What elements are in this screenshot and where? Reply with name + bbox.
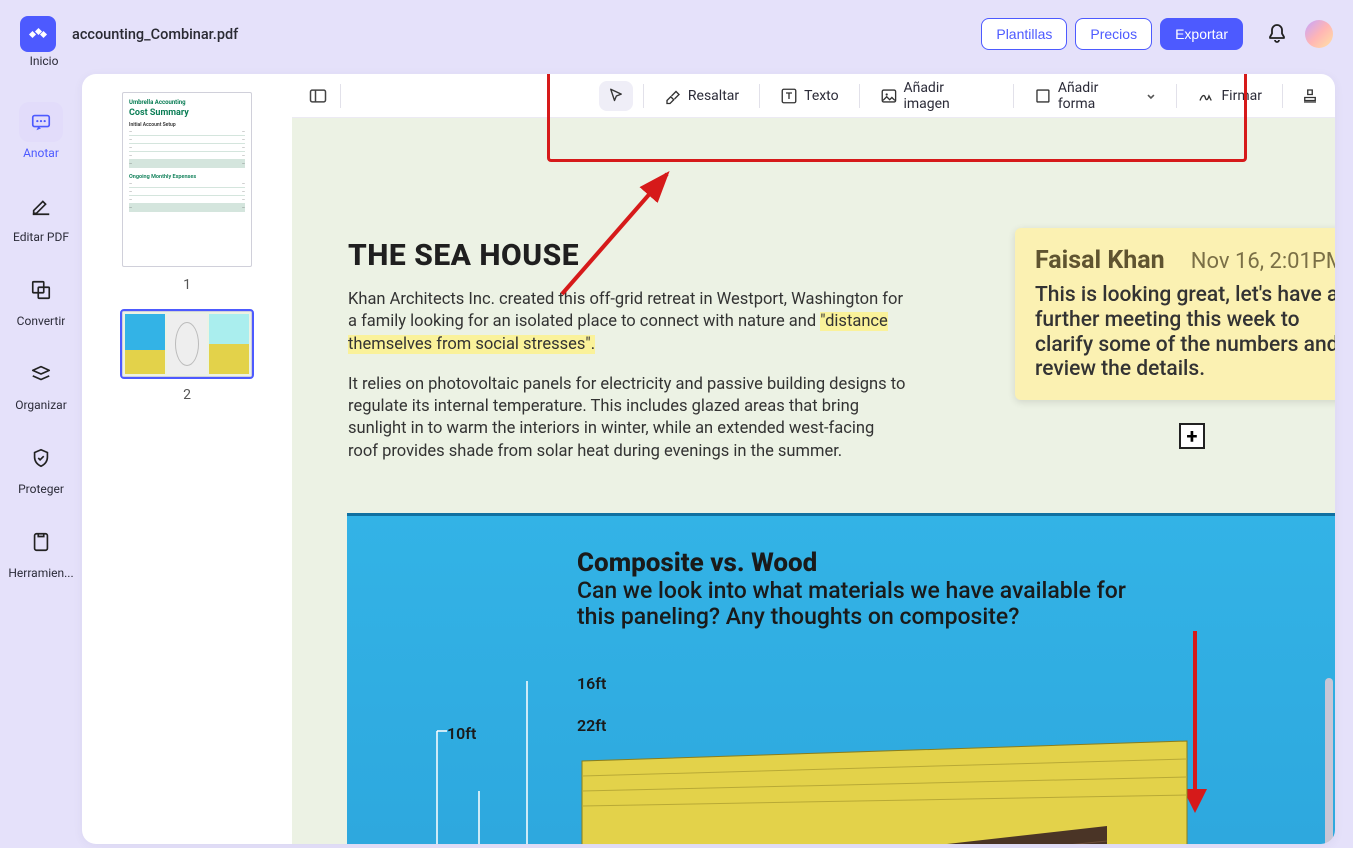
document-filename: accounting_Combinar.pdf — [72, 26, 238, 43]
sidebar-item-protect[interactable]: Proteger — [7, 428, 75, 506]
document-page: THE SEA HOUSE Khan Architects Inc. creat… — [292, 118, 1335, 844]
sidebar-item-annotate[interactable]: Anotar — [7, 92, 75, 170]
stamp-tool[interactable] — [1293, 81, 1327, 111]
text-tool[interactable]: Texto — [770, 81, 848, 111]
annotate-icon — [30, 111, 52, 133]
add-shape-tool[interactable]: Añadir forma — [1024, 74, 1166, 118]
thumbnail-1-number: 1 — [183, 277, 191, 293]
sign-tool[interactable]: Firmar — [1187, 81, 1272, 111]
viewer-column: Resaltar Texto Añadir imagen Añadir form… — [292, 74, 1335, 844]
edit-icon — [30, 195, 52, 217]
bell-icon — [1267, 23, 1287, 45]
shape-icon — [1034, 87, 1052, 105]
tools-icon — [30, 531, 52, 553]
highlight-label: Resaltar — [688, 88, 739, 104]
thumb1-brand: Umbrella Accounting — [129, 99, 245, 106]
stamp-icon — [1301, 87, 1319, 105]
app-header: accounting_Combinar.pdf Plantillas Preci… — [0, 0, 1353, 60]
sidebar-label-tools: Herramien... — [8, 566, 73, 580]
building-shape — [407, 681, 1257, 844]
comment-date: Nov 16, 2:01PM — [1191, 249, 1335, 274]
thumbnail-1[interactable]: Umbrella Accounting Cost Summary Initial… — [92, 92, 282, 293]
add-comment-button[interactable]: + — [1179, 423, 1205, 449]
user-avatar[interactable] — [1305, 20, 1333, 48]
templates-button[interactable]: Plantillas — [981, 18, 1067, 50]
organize-icon — [30, 363, 52, 385]
prices-button[interactable]: Precios — [1075, 18, 1152, 50]
sidebar-item-tools[interactable]: Herramien... — [7, 512, 75, 590]
thumbnail-2[interactable]: 2 — [92, 311, 282, 403]
sidebar-item-convert[interactable]: Convertir — [7, 260, 75, 338]
protect-icon — [30, 447, 52, 469]
sidebar-item-organize[interactable]: Organizar — [7, 344, 75, 422]
document-viewport[interactable]: THE SEA HOUSE Khan Architects Inc. creat… — [292, 118, 1335, 844]
logo-icon — [28, 24, 48, 44]
app-logo[interactable] — [20, 16, 56, 52]
convert-icon — [30, 279, 52, 301]
thumbnail-2-number: 2 — [183, 387, 191, 403]
text-label: Texto — [804, 88, 838, 104]
sidebar-item-edit[interactable]: Editar PDF — [7, 176, 75, 254]
sidebar-label-annotate: Anotar — [23, 146, 59, 160]
add-shape-label: Añadir forma — [1058, 80, 1139, 112]
sidebar-label-convert: Convertir — [17, 314, 66, 328]
comment-body: This is looking great, let's have a furt… — [1035, 283, 1335, 382]
annotation-toolbar: Resaltar Texto Añadir imagen Añadir form… — [292, 74, 1335, 118]
select-tool[interactable] — [599, 81, 633, 111]
thumbnail-panel: Umbrella Accounting Cost Summary Initial… — [82, 74, 292, 844]
panel-toggle-icon — [308, 86, 328, 106]
annotation-title: Composite vs. Wood — [577, 548, 817, 578]
thumbnail-page-1: Umbrella Accounting Cost Summary Initial… — [122, 92, 252, 267]
scrollbar-thumb[interactable] — [1325, 678, 1333, 844]
left-sidebar: Anotar Editar PDF Convertir Organizar Pr… — [0, 60, 82, 848]
comment-note[interactable]: Faisal Khan Nov 16, 2:01PM This is looki… — [1015, 228, 1335, 400]
highlight-tool[interactable]: Resaltar — [654, 81, 749, 111]
logo-area — [20, 16, 72, 52]
thumb1-title: Cost Summary — [129, 108, 245, 118]
cursor-icon — [607, 87, 625, 105]
main-area: Umbrella Accounting Cost Summary Initial… — [82, 74, 1335, 844]
sidebar-label-organize: Organizar — [15, 398, 67, 412]
panel-toggle-button[interactable] — [304, 82, 332, 110]
export-button[interactable]: Exportar — [1160, 18, 1243, 50]
image-icon — [880, 87, 898, 105]
sidebar-label-protect: Proteger — [18, 482, 64, 496]
notifications-button[interactable] — [1267, 23, 1287, 45]
annotation-body: Can we look into what materials we have … — [577, 578, 1137, 630]
chevron-down-icon — [1145, 90, 1157, 102]
highlighter-icon — [664, 87, 682, 105]
sign-icon — [1197, 87, 1215, 105]
add-image-label: Añadir imagen — [903, 80, 993, 112]
building-illustration: Composite vs. Wood Can we look into what… — [347, 513, 1335, 844]
text-icon — [780, 87, 798, 105]
doc-paragraph-1: Khan Architects Inc. created this off-gr… — [348, 289, 908, 356]
sign-label: Firmar — [1221, 88, 1262, 104]
thumbnail-page-2 — [122, 311, 252, 377]
add-image-tool[interactable]: Añadir imagen — [870, 74, 1003, 118]
sidebar-label-edit: Editar PDF — [13, 230, 69, 244]
doc-paragraph-2: It relies on photovoltaic panels for ele… — [348, 374, 908, 463]
comment-author: Faisal Khan — [1035, 246, 1165, 275]
